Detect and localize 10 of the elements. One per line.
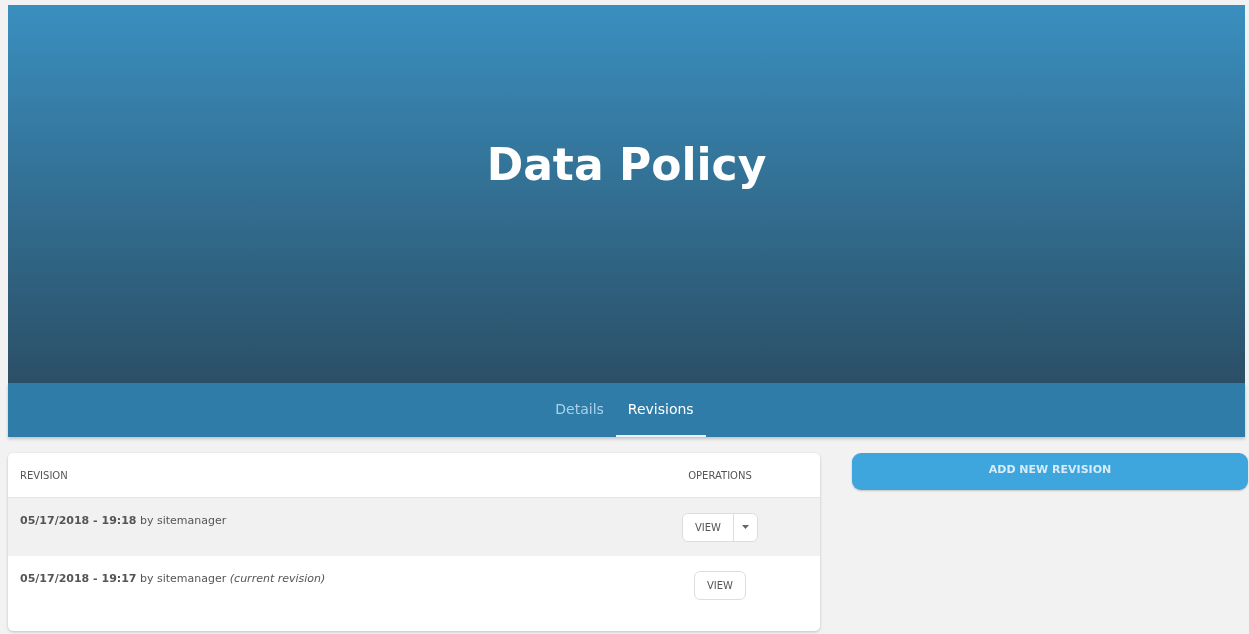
view-split-button[interactable]: VIEW xyxy=(682,512,758,542)
dropdown-toggle[interactable] xyxy=(733,513,757,541)
revision-text: 05/17/2018 - 19:17 by sitemanager (current revision) xyxy=(20,571,327,585)
revision-text: 05/17/2018 - 19:18 by sitemanager xyxy=(20,513,228,527)
caret-icon xyxy=(742,525,749,529)
view-button[interactable]: VIEW xyxy=(694,570,746,600)
page-title: Data Policy xyxy=(486,138,767,190)
column-header: REVISION xyxy=(20,469,69,481)
column-header: OPERATIONS xyxy=(687,469,753,481)
tab[interactable]: Revisions xyxy=(615,383,706,437)
